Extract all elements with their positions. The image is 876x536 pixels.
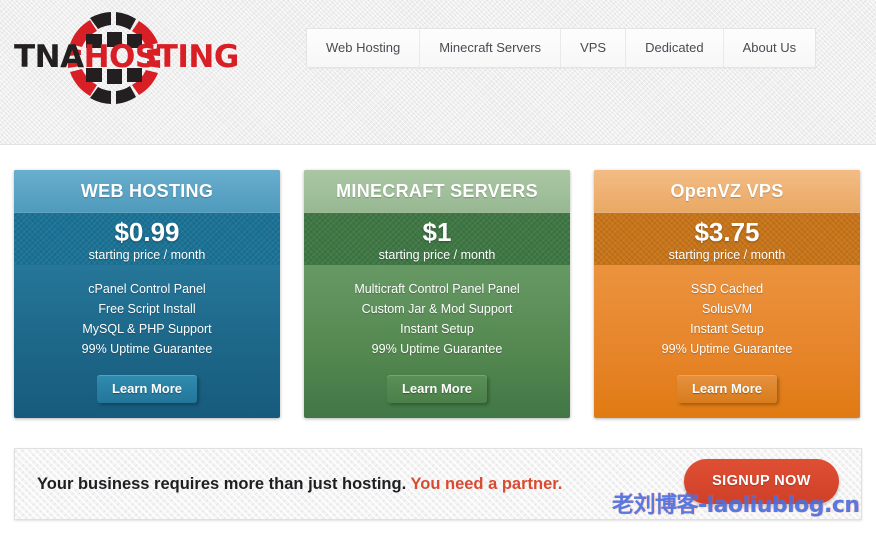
card-feature-list: SSD Cached SolusVM Instant Setup 99% Upt… [594, 279, 860, 359]
card-price-subtitle: starting price / month [304, 247, 570, 263]
card-price-value: $1 [304, 217, 570, 247]
card-price-subtitle: starting price / month [14, 247, 280, 263]
pricing-card-web-hosting[interactable]: WEB HOSTING $0.99 starting price / month… [14, 170, 280, 418]
card-feature-item: Free Script Install [14, 299, 280, 319]
signup-now-button[interactable]: SIGNUP NOW [684, 459, 839, 504]
pricing-card-minecraft-servers[interactable]: MINECRAFT SERVERS $1 starting price / mo… [304, 170, 570, 418]
card-feature-item: SolusVM [594, 299, 860, 319]
card-price-band: $0.99 starting price / month [14, 213, 280, 265]
card-cta-wrapper: Learn More [594, 375, 860, 403]
card-feature-item: 99% Uptime Guarantee [304, 339, 570, 359]
card-feature-list: cPanel Control Panel Free Script Install… [14, 279, 280, 359]
nav-item-minecraft-servers[interactable]: Minecraft Servers [420, 29, 561, 67]
card-feature-list: Multicraft Control Panel Panel Custom Ja… [304, 279, 570, 359]
nav-item-dedicated[interactable]: Dedicated [626, 29, 724, 67]
card-title-openvz-vps: OpenVZ VPS [594, 170, 860, 213]
logo-wordmark: TNAHOSTING [14, 42, 214, 73]
learn-more-button-openvz-vps[interactable]: Learn More [677, 375, 777, 403]
card-price-value: $0.99 [14, 217, 280, 247]
card-feature-item: Instant Setup [594, 319, 860, 339]
logo-text-hosting: HOSTING [84, 39, 239, 75]
site-header: TNAHOSTING Web Hosting Minecraft Servers… [0, 0, 876, 145]
card-feature-item: cPanel Control Panel [14, 279, 280, 299]
nav-item-vps[interactable]: VPS [561, 29, 626, 67]
card-feature-item: Custom Jar & Mod Support [304, 299, 570, 319]
card-price-value: $3.75 [594, 217, 860, 247]
card-price-band: $3.75 starting price / month [594, 213, 860, 265]
pricing-cards-row: WEB HOSTING $0.99 starting price / month… [0, 170, 876, 418]
nav-item-about-us[interactable]: About Us [724, 29, 815, 67]
card-title-web-hosting: WEB HOSTING [14, 170, 280, 213]
logo-text-tna: TNA [14, 39, 84, 75]
card-feature-item: 99% Uptime Guarantee [14, 339, 280, 359]
card-price-subtitle: starting price / month [594, 247, 860, 263]
pricing-card-openvz-vps[interactable]: OpenVZ VPS $3.75 starting price / month … [594, 170, 860, 418]
card-title-minecraft-servers: MINECRAFT SERVERS [304, 170, 570, 213]
learn-more-button-minecraft-servers[interactable]: Learn More [387, 375, 487, 403]
card-feature-item: Instant Setup [304, 319, 570, 339]
main-navigation: Web Hosting Minecraft Servers VPS Dedica… [306, 28, 816, 68]
card-feature-item: 99% Uptime Guarantee [594, 339, 860, 359]
learn-more-button-web-hosting[interactable]: Learn More [97, 375, 197, 403]
card-cta-wrapper: Learn More [304, 375, 570, 403]
card-feature-item: SSD Cached [594, 279, 860, 299]
cta-banner-text-main: Your business requires more than just ho… [37, 475, 410, 493]
cta-banner-text: Your business requires more than just ho… [37, 475, 562, 494]
card-feature-item: Multicraft Control Panel Panel [304, 279, 570, 299]
cta-banner-text-accent: You need a partner. [410, 475, 562, 493]
site-logo[interactable]: TNAHOSTING [14, 8, 214, 108]
card-cta-wrapper: Learn More [14, 375, 280, 403]
signup-cta-banner: Your business requires more than just ho… [14, 448, 862, 520]
nav-item-web-hosting[interactable]: Web Hosting [307, 29, 420, 67]
card-price-band: $1 starting price / month [304, 213, 570, 265]
card-feature-item: MySQL & PHP Support [14, 319, 280, 339]
